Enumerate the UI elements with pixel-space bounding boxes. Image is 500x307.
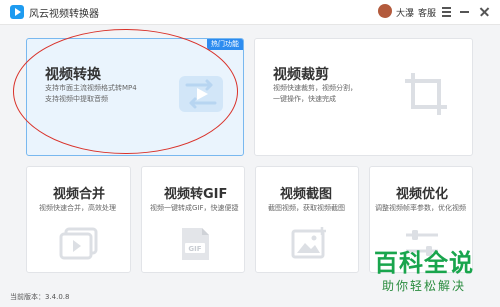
- card-title: 视频转GIF: [164, 187, 228, 202]
- menu-icon[interactable]: [440, 5, 453, 18]
- card-video-screenshot[interactable]: 视频截图 截图视频，获取视频截图: [255, 166, 359, 273]
- service-link[interactable]: 客服: [418, 6, 436, 19]
- minimize-icon[interactable]: [458, 5, 471, 18]
- close-icon[interactable]: [478, 5, 491, 18]
- card-title: 视频转换: [45, 67, 101, 83]
- card-title: 视频裁剪: [273, 67, 329, 83]
- convert-icon: [179, 76, 223, 112]
- card-video-crop[interactable]: 视频裁剪 视频快速裁剪，视频分割， 一键操作，快速完成: [254, 38, 473, 156]
- avatar[interactable]: [378, 4, 392, 18]
- svg-text:GIF: GIF: [188, 245, 201, 253]
- card-desc-line: 一键操作，快速完成: [273, 95, 336, 103]
- card-video-gif[interactable]: 视频转GIF 视频一键转成GIF，快速便捷 GIF: [141, 166, 245, 273]
- watermark-subtitle: 助你轻松解决: [382, 279, 467, 293]
- app-title: 风云视频转换器: [29, 9, 99, 20]
- card-desc-line: 支持市面主流视频格式转MP4: [45, 84, 137, 92]
- gif-icon: GIF: [182, 228, 209, 260]
- card-title: 视频截图: [280, 187, 333, 202]
- card-title: 视频合并: [53, 187, 106, 202]
- card-desc-line: 截图视频，获取视频截图: [268, 204, 345, 212]
- user-name[interactable]: 大瀑: [396, 6, 414, 19]
- card-desc-line: 支持视频中提取音频: [45, 95, 108, 103]
- version-label: 当前版本：3.4.0.8: [10, 293, 70, 301]
- card-desc-line: 调整视频帧率参数，优化视频: [375, 204, 466, 212]
- merge-icon: [59, 227, 98, 260]
- title-bar: 风云视频转换器 大瀑 客服: [0, 0, 500, 25]
- hot-badge: 热门功能: [207, 39, 243, 50]
- watermark-title: 百科全说: [374, 249, 474, 277]
- card-video-merge[interactable]: 视频合并 视频快速合并，高效处理: [26, 166, 131, 273]
- card-title: 视频优化: [396, 187, 449, 202]
- crop-icon: [405, 73, 447, 115]
- card-desc-line: 视频快速合并，高效处理: [39, 204, 116, 212]
- app-logo-icon: [10, 5, 24, 19]
- card-video-convert[interactable]: 热门功能 视频转换 支持市面主流视频格式转MP4 支持视频中提取音频: [26, 38, 244, 156]
- card-desc-line: 视频一键转成GIF，快速便捷: [150, 204, 239, 212]
- card-desc-line: 视频快速裁剪，视频分割，: [273, 84, 357, 92]
- screenshot-icon: [291, 227, 326, 259]
